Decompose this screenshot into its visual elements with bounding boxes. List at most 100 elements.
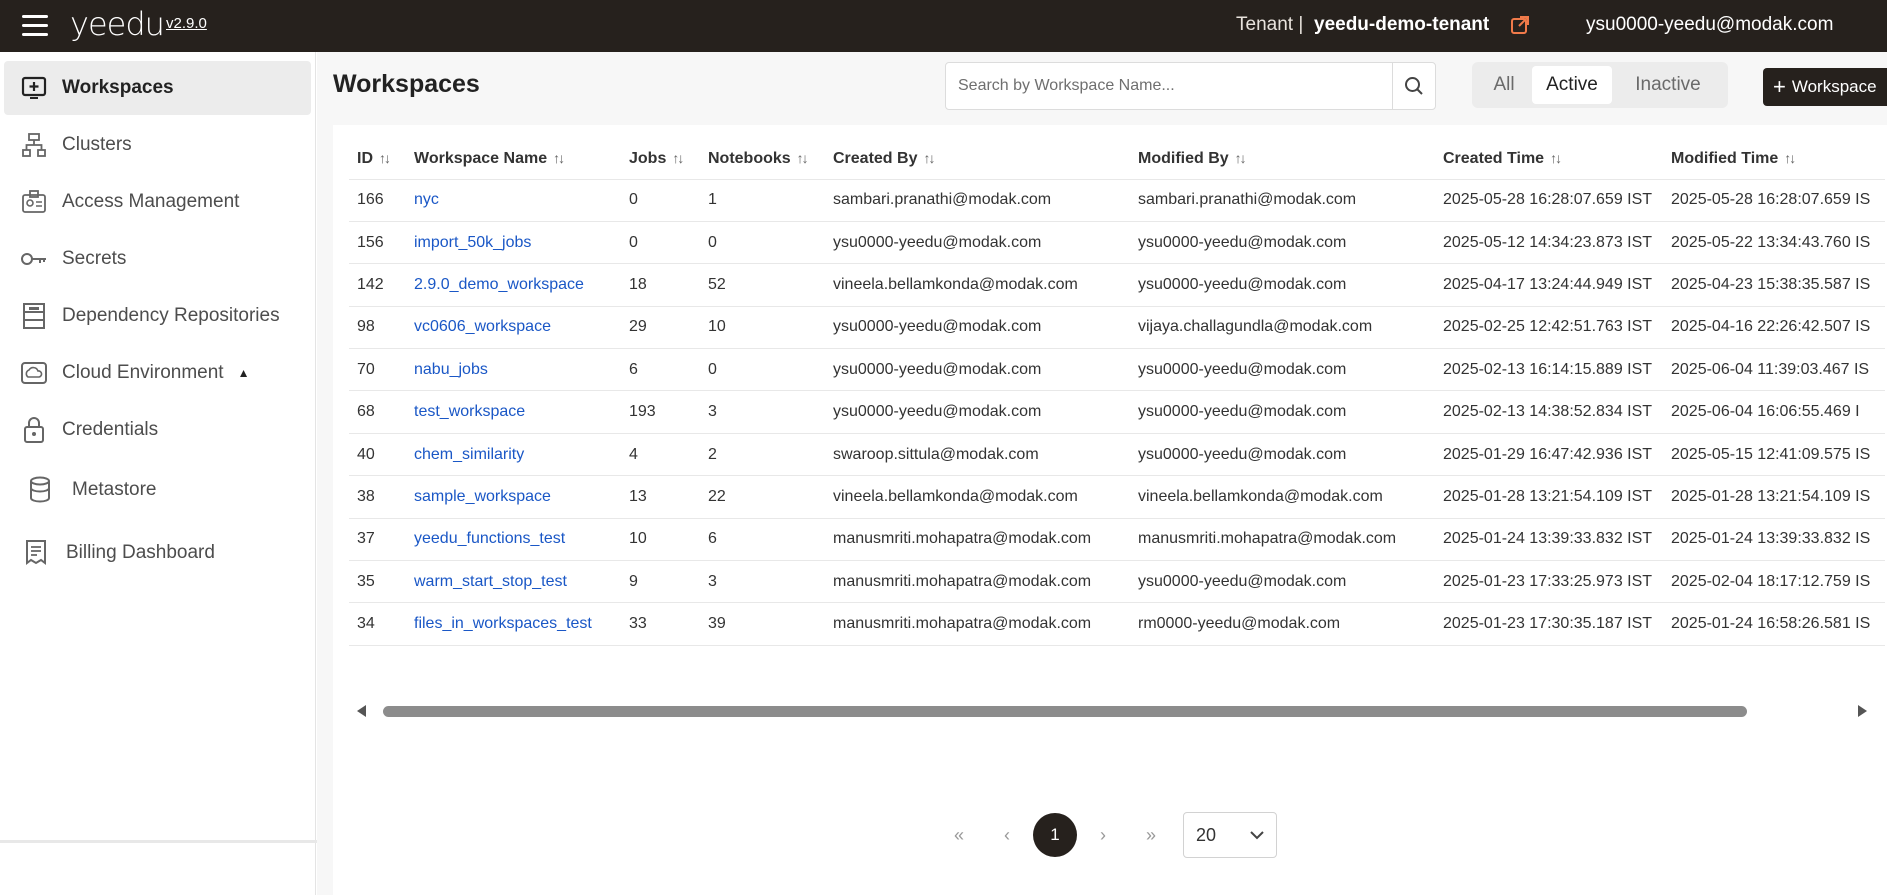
sidebar-item-label: Workspaces xyxy=(62,77,174,98)
table-row[interactable]: 35 warm_start_stop_test 9 3 manusmriti.mohap… xyxy=(349,560,1885,603)
table-row[interactable]: 37 yeedu_functions_test 10 6 manusmriti.moha… xyxy=(349,517,1885,561)
page-size-select[interactable]: 20 xyxy=(1183,812,1277,858)
cell-id: 37 xyxy=(349,517,406,561)
cell-modified-by: rm0000-yeedu@modak.com xyxy=(1130,602,1435,646)
next-page-button[interactable]: › xyxy=(1081,813,1125,857)
search-input[interactable] xyxy=(946,63,1392,109)
column-header-modified-time[interactable]: Modified Time ↑↓ xyxy=(1663,139,1885,179)
cell-id: 34 xyxy=(349,602,406,646)
cell-workspace-name[interactable]: yeedu_functions_test xyxy=(406,517,621,561)
column-header-id[interactable]: ID ↑↓ xyxy=(349,139,406,179)
sidebar-item-dependency-repositories[interactable]: Dependency Repositories xyxy=(4,289,311,343)
sort-icon[interactable]: ↑↓ xyxy=(1550,150,1562,166)
cell-modified-time: 2025-05-28 16:28:07.659 IS xyxy=(1663,178,1885,222)
last-page-button[interactable]: » xyxy=(1129,813,1173,857)
previous-page-button[interactable]: ‹ xyxy=(985,813,1029,857)
add-box-icon xyxy=(20,74,48,102)
horizontal-scrollbar[interactable] xyxy=(353,703,1871,719)
scroll-left-icon[interactable] xyxy=(357,705,366,717)
current-page-button[interactable]: 1 xyxy=(1033,813,1077,857)
cell-created-time: 2025-01-24 13:39:33.832 IST xyxy=(1435,517,1663,561)
sidebar-item-metastore[interactable]: Metastore xyxy=(4,463,311,517)
column-header-jobs[interactable]: Jobs ↑↓ xyxy=(621,139,700,179)
cell-workspace-name[interactable]: warm_start_stop_test xyxy=(406,560,621,603)
scroll-right-icon[interactable] xyxy=(1858,705,1867,717)
sort-icon[interactable]: ↑↓ xyxy=(553,150,565,166)
column-header-created-by[interactable]: Created By ↑↓ xyxy=(825,139,1130,179)
cell-jobs: 13 xyxy=(621,475,700,519)
cell-workspace-name[interactable]: chem_similarity xyxy=(406,432,621,476)
table-row[interactable]: 98 vc0606_workspace 29 10 ysu0000-yeedu@moda… xyxy=(349,305,1885,349)
table-row[interactable]: 40 chem_similarity 4 2 swaroop.sittula@modak… xyxy=(349,432,1885,476)
sort-icon[interactable]: ↑↓ xyxy=(1235,150,1247,166)
chevron-up-icon[interactable]: ▲ xyxy=(238,366,250,380)
page-size-value: 20 xyxy=(1196,824,1217,845)
filter-inactive-button[interactable]: Inactive xyxy=(1612,66,1724,104)
filter-active-button[interactable]: Active xyxy=(1532,66,1612,104)
scrollbar-thumb[interactable] xyxy=(383,706,1747,717)
cell-id: 38 xyxy=(349,475,406,519)
sidebar-item-credentials[interactable]: Credentials xyxy=(4,403,311,457)
sidebar-item-label: Access Management xyxy=(62,191,240,212)
cluster-icon xyxy=(20,131,48,159)
cell-jobs: 0 xyxy=(621,178,700,222)
column-header-workspace-name[interactable]: Workspace Name ↑↓ xyxy=(406,139,621,179)
cell-jobs: 193 xyxy=(621,390,700,434)
column-header-modified-by[interactable]: Modified By ↑↓ xyxy=(1130,139,1435,179)
cell-created-time: 2025-02-13 16:14:15.889 IST xyxy=(1435,348,1663,391)
table-row[interactable]: 166 nyc 0 1 sambari.pranathi@modak.com sambar… xyxy=(349,178,1885,222)
sidebar-item-billing-dashboard[interactable]: Billing Dashboard xyxy=(4,526,311,580)
sidebar-item-clusters[interactable]: Clusters xyxy=(4,118,311,172)
id-badge-icon xyxy=(20,188,48,216)
sidebar-item-secrets[interactable]: Secrets xyxy=(4,232,311,286)
cell-workspace-name[interactable]: import_50k_jobs xyxy=(406,220,621,264)
version-link[interactable]: v2.9.0 xyxy=(166,15,207,32)
sort-icon[interactable]: ↑↓ xyxy=(379,150,391,166)
repository-icon xyxy=(20,302,48,330)
cell-id: 68 xyxy=(349,390,406,434)
table-row[interactable]: 34 files_in_workspaces_test 33 39 manusmriti… xyxy=(349,602,1885,646)
external-link-icon[interactable] xyxy=(1510,15,1530,35)
yeedu-logo[interactable]: yeedu xyxy=(70,5,165,43)
sidebar-item-label: Clusters xyxy=(62,134,132,155)
cell-created-time: 2025-01-29 16:47:42.936 IST xyxy=(1435,432,1663,476)
cell-workspace-name[interactable]: vc0606_workspace xyxy=(406,305,621,349)
sidebar-item-label: Cloud Environment xyxy=(62,362,224,383)
lock-icon xyxy=(20,416,48,444)
table-row[interactable]: 38 sample_workspace 13 22 vineela.bellamkond… xyxy=(349,475,1885,519)
add-workspace-button[interactable]: + Workspace xyxy=(1763,68,1887,106)
cell-modified-by: manusmriti.mohapatra@modak.com xyxy=(1130,517,1435,561)
cell-workspace-name[interactable]: 2.9.0_demo_workspace xyxy=(406,263,621,307)
sort-icon[interactable]: ↑↓ xyxy=(672,150,684,166)
filter-all-button[interactable]: All xyxy=(1476,66,1532,104)
sort-icon[interactable]: ↑↓ xyxy=(923,150,935,166)
cell-modified-time: 2025-01-28 13:21:54.109 IS xyxy=(1663,475,1885,519)
cell-modified-by: ysu0000-yeedu@modak.com xyxy=(1130,220,1435,264)
sidebar-item-cloud-environment[interactable]: Cloud Environment ▲ xyxy=(4,346,311,400)
cell-created-time: 2025-05-12 14:34:23.873 IST xyxy=(1435,220,1663,264)
search-button[interactable] xyxy=(1392,63,1435,109)
cell-modified-time: 2025-06-04 16:06:55.469 I xyxy=(1663,390,1885,434)
cell-workspace-name[interactable]: nabu_jobs xyxy=(406,348,621,391)
user-email-menu[interactable]: ysu0000-yeedu@modak.com xyxy=(1586,14,1833,36)
table-row[interactable]: 156 import_50k_jobs 0 0 ysu0000-yeedu@modak.… xyxy=(349,220,1885,264)
cell-workspace-name[interactable]: nyc xyxy=(406,178,621,222)
cell-workspace-name[interactable]: test_workspace xyxy=(406,390,621,434)
table-row[interactable]: 70 nabu_jobs 6 0 ysu0000-yeedu@modak.com ysu0… xyxy=(349,348,1885,391)
sidebar-item-workspaces[interactable]: Workspaces xyxy=(4,61,311,115)
column-header-notebooks[interactable]: Notebooks ↑↓ xyxy=(700,139,825,179)
cell-workspace-name[interactable]: files_in_workspaces_test xyxy=(406,602,621,646)
table-row[interactable]: 142 2.9.0_demo_workspace 18 52 vineela.bella… xyxy=(349,263,1885,307)
table-row[interactable]: 68 test_workspace 193 3 ysu0000-yeedu@modak.… xyxy=(349,390,1885,434)
tenant-name: yeedu-demo-tenant xyxy=(1314,14,1490,35)
cell-id: 142 xyxy=(349,263,406,307)
first-page-button[interactable]: « xyxy=(937,813,981,857)
hamburger-menu-icon[interactable] xyxy=(22,15,48,37)
sort-icon[interactable]: ↑↓ xyxy=(797,150,809,166)
column-header-created-time[interactable]: Created Time ↑↓ xyxy=(1435,139,1663,179)
workspaces-table: ID ↑↓ Workspace Name ↑↓ Jobs ↑↓ Notebooks ↑↓… xyxy=(349,139,1885,646)
sort-icon[interactable]: ↑↓ xyxy=(1784,150,1796,166)
cell-workspace-name[interactable]: sample_workspace xyxy=(406,475,621,519)
cell-notebooks: 22 xyxy=(700,475,825,519)
sidebar-item-access-management[interactable]: Access Management xyxy=(4,175,311,229)
